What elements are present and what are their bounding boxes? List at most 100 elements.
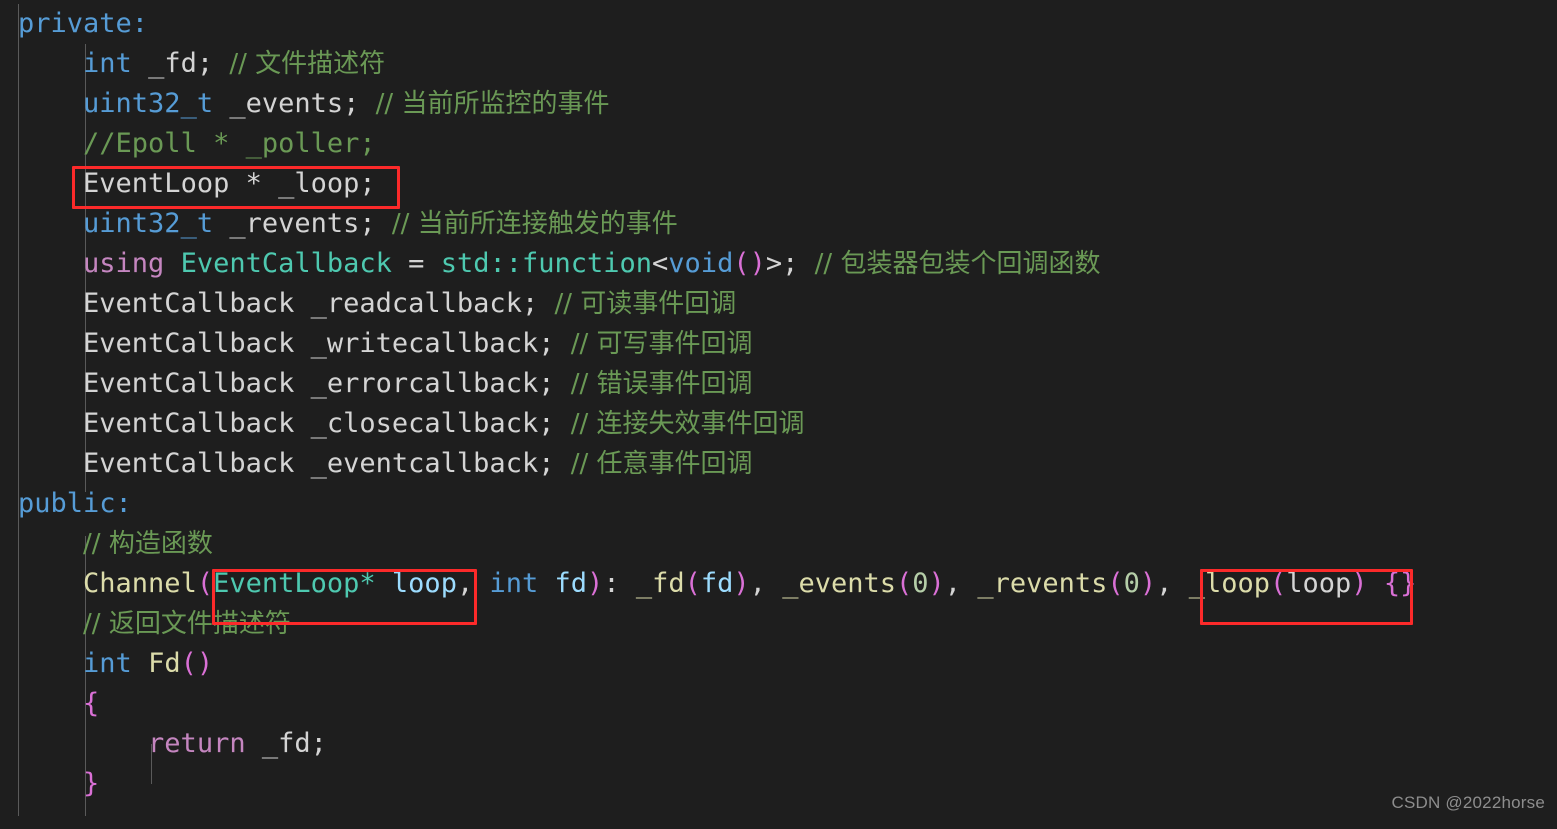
comment-return-fd: // 返回文件描述符 [83,609,291,639]
identifier-writecallback: _writecallback [310,328,539,359]
paren-open: ( [1269,568,1287,599]
paren-close: ) [1351,568,1368,599]
param-loop: loop [391,568,457,599]
paren-open: ( [896,568,913,599]
code-line-errorcallback[interactable]: EventCallback _errorcallback; // 错误事件回调 [0,364,1557,404]
colon: : [603,568,620,599]
paren-close: ) [749,248,766,279]
semicolon: ; [521,288,539,319]
identifier-closecallback: _closecallback [310,408,539,439]
empty-body-braces: {} [1383,568,1417,599]
comment-events: // 当前所监控的事件 [375,89,610,119]
semicolon: ; [343,88,360,119]
identifier-fd: _fd [148,48,197,79]
keyword-uint32t: uint32_t [83,208,214,239]
comment-event: // 任意事件回调 [570,449,753,479]
function-fd: Fd [148,648,181,679]
init-events: _events [782,568,896,599]
code-line-open-brace[interactable]: { [0,684,1557,724]
number-zero: 0 [1123,568,1140,599]
comment-read: // 可读事件回调 [554,289,737,319]
type-eventloop: EventLoop [83,168,230,199]
code-line-fd-signature[interactable]: int Fd() [0,644,1557,684]
angle-open: < [652,248,669,279]
code-line-epoll-comment[interactable]: //Epoll * _poller; [0,124,1557,164]
brace-close: } [83,768,100,799]
semicolon: ; [538,328,555,359]
paren-close: ) [196,648,214,679]
comment-close: // 连接失效事件回调 [570,409,805,439]
keyword-private: private: [18,8,149,39]
init-revents: _revents [977,568,1108,599]
comment-using: // 包装器包装个回调函数 [814,249,1101,279]
code-lines[interactable]: private: int _fd; // 文件描述符 uint32_t _eve… [0,4,1557,804]
code-line-closecallback[interactable]: EventCallback _closecallback; // 连接失效事件回… [0,404,1557,444]
comment-constructor: // 构造函数 [83,529,213,559]
comment-revents: // 当前所连接触发的事件 [391,209,678,239]
code-line-close-brace[interactable]: } [0,764,1557,804]
comma: , [749,568,766,599]
code-line-using[interactable]: using EventCallback = std::function<void… [0,244,1557,284]
identifier-revents: _revents [229,208,360,239]
identifier-errorcallback: _errorcallback [310,368,539,399]
type-eventcallback: EventCallback [180,248,392,279]
paren-close: ) [928,568,945,599]
keyword-public: public: [18,488,132,519]
comment-fd: // 文件描述符 [229,49,386,79]
arg-fd: fd [700,568,734,599]
paren-open: ( [1107,568,1124,599]
keyword-return: return [148,728,246,759]
equals-sign: = [408,248,425,279]
code-line-loop-member[interactable]: EventLoop * _loop; [0,164,1557,204]
param-fd: fd [554,568,588,599]
function-channel: Channel [83,568,197,599]
semicolon: ; [782,248,799,279]
code-line-ctor[interactable]: Channel(EventLoop* loop, int fd): _fd(fd… [0,564,1557,604]
type-eventloop-pointer: EventLoop* [213,568,376,599]
semicolon: ; [359,168,376,199]
semicolon: ; [538,448,555,479]
keyword-int: int [489,568,539,599]
keyword-int: int [83,648,132,679]
type-eventcallback: EventCallback [83,408,295,439]
angle-close: > [765,248,783,279]
type-std-function: std::function [440,248,653,279]
semicolon: ; [538,368,555,399]
type-eventcallback: EventCallback [83,448,295,479]
keyword-using: using [83,248,165,279]
comma: , [944,568,962,599]
semicolon: ; [538,408,555,439]
paren-close: ) [1139,568,1157,599]
arg-loop: loop [1286,568,1352,599]
init-fd: _fd [635,568,685,599]
paren-open: ( [684,568,701,599]
code-line-events[interactable]: uint32_t _events; // 当前所监控的事件 [0,84,1557,124]
semicolon: ; [196,48,214,79]
code-line-fd[interactable]: int _fd; // 文件描述符 [0,44,1557,84]
code-line-ctor-comment[interactable]: // 构造函数 [0,524,1557,564]
code-line-private[interactable]: private: [0,4,1557,44]
paren-open: ( [196,568,214,599]
brace-open: { [83,688,100,719]
comma: , [456,568,474,599]
init-loop: _loop [1188,568,1270,599]
paren-open: ( [180,648,197,679]
comment-epoll-poller: //Epoll * _poller; [83,128,376,159]
identifier-readcallback: _readcallback [310,288,522,319]
keyword-uint32t: uint32_t [83,88,214,119]
type-eventcallback: EventCallback [83,368,295,399]
code-line-return[interactable]: return _fd; [0,724,1557,764]
code-line-eventcallback[interactable]: EventCallback _eventcallback; // 任意事件回调 [0,444,1557,484]
code-line-revents[interactable]: uint32_t _revents; // 当前所连接触发的事件 [0,204,1557,244]
comment-write: // 可写事件回调 [570,329,753,359]
code-line-fd-comment[interactable]: // 返回文件描述符 [0,604,1557,644]
code-line-writecallback[interactable]: EventCallback _writecallback; // 可写事件回调 [0,324,1557,364]
comma: , [1156,568,1173,599]
code-editor-screenshot: private: int _fd; // 文件描述符 uint32_t _eve… [0,0,1557,829]
paren-close: ) [733,568,750,599]
keyword-void: void [668,248,734,279]
pointer-star: * [245,168,262,199]
code-line-readcallback[interactable]: EventCallback _readcallback; // 可读事件回调 [0,284,1557,324]
code-line-public[interactable]: public: [0,484,1557,524]
comment-error: // 错误事件回调 [570,369,753,399]
